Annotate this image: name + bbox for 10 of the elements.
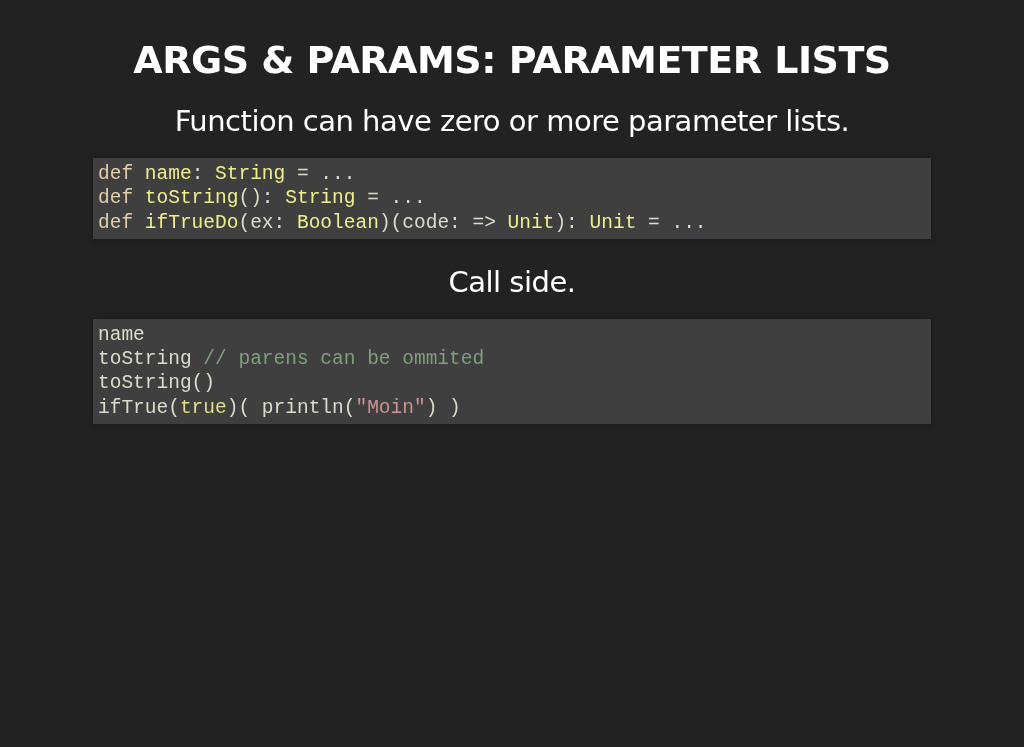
- code-line: toString // parens can be ommited: [98, 347, 485, 372]
- slide-title: ARGS & PARAMS: PARAMETER LISTS: [133, 38, 891, 82]
- code-line: def name: String = ...: [98, 162, 356, 187]
- slide-text: Call side.: [448, 264, 576, 299]
- code-line: name: [98, 322, 145, 348]
- code-line: toString(): [98, 371, 216, 396]
- slide-text: Function can have zero or more parameter lists.: [174, 104, 850, 138]
- code-line: ifTrue(true)( println("Moin") ): [98, 395, 461, 421]
- code-line: def ifTrueDo(ex: Boolean)(code: => Unit): Unit = ...: [98, 210, 707, 235]
- code-line: def toString(): String = ...: [98, 186, 426, 211]
